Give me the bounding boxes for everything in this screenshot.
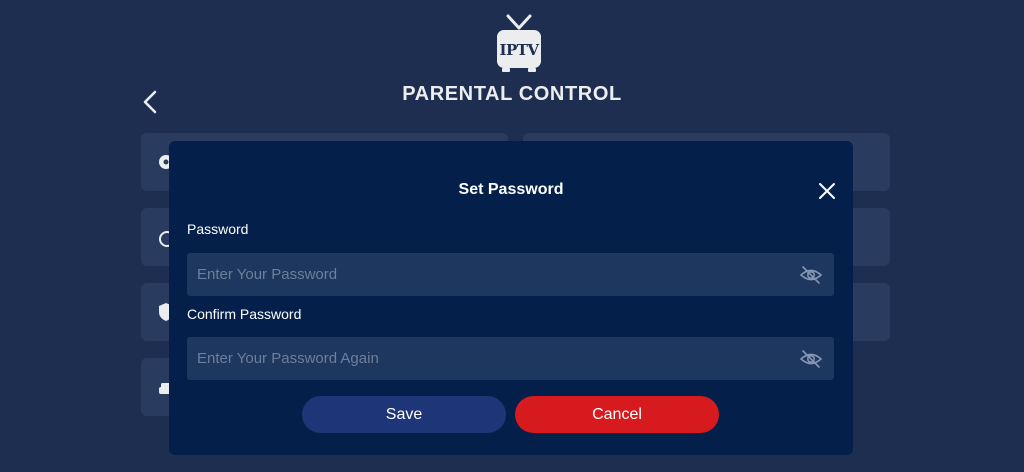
password-field-container [187,253,834,296]
confirm-password-field-container [187,337,834,380]
confirm-password-label: Confirm Password [187,306,302,322]
save-button[interactable]: Save [302,396,506,433]
set-password-dialog: Set Password Password Confirm Password S… [169,141,853,455]
close-icon[interactable] [817,181,837,201]
password-input[interactable] [187,253,777,296]
eye-slash-icon[interactable] [799,265,823,285]
password-label: Password [187,221,249,237]
dialog-title: Set Password [458,181,564,198]
confirm-password-input[interactable] [187,337,777,380]
cancel-button[interactable]: Cancel [515,396,719,433]
eye-slash-icon[interactable] [799,349,823,369]
